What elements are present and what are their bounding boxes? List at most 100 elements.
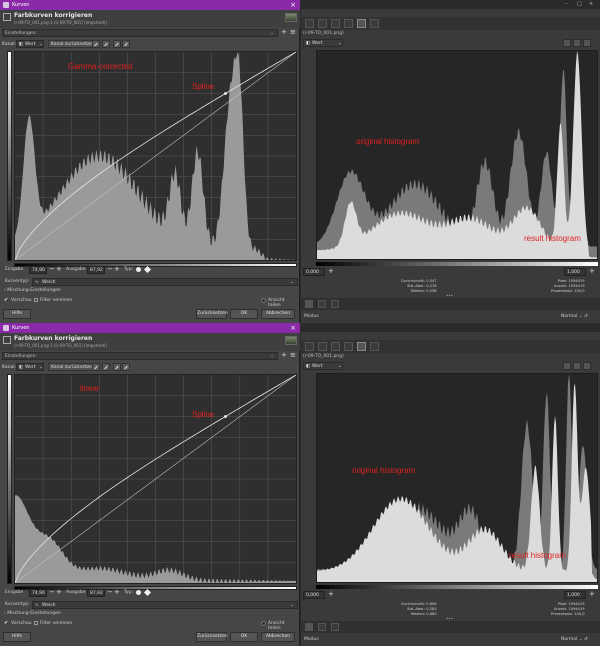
tab-channels[interactable]: [331, 342, 340, 351]
tab-dashboard[interactable]: [370, 342, 379, 351]
linear-histogram-icon[interactable]: [563, 39, 571, 47]
preset-menu-icon[interactable]: ≡: [290, 351, 296, 359]
input-field[interactable]: 74,90: [29, 589, 47, 597]
close-icon[interactable]: ×: [290, 1, 296, 9]
output-field[interactable]: 87,92: [87, 266, 105, 274]
range-max-field[interactable]: 1,000: [564, 591, 586, 599]
help-button[interactable]: Hilfe: [3, 309, 31, 319]
paths-icon[interactable]: [331, 300, 339, 308]
histogram-options-icon[interactable]: [583, 362, 591, 370]
cancel-button[interactable]: Abbrechen: [261, 309, 295, 319]
plus-icon[interactable]: +: [328, 267, 334, 275]
plus-icon[interactable]: +: [114, 265, 120, 273]
curve-type-select[interactable]: ∿ Weich ⌄: [32, 601, 298, 609]
histogram-options-icon[interactable]: [583, 39, 591, 47]
log-histogram-icon[interactable]: [102, 40, 110, 48]
mode-select[interactable]: Normal ⌄ ↺: [561, 637, 588, 642]
add-preset-icon[interactable]: +: [281, 28, 287, 36]
tab-layers[interactable]: [318, 342, 327, 351]
dialog-titlebar[interactable]: Kurven ×: [0, 0, 300, 10]
histogram-view[interactable]: [316, 50, 598, 260]
log-histogram-icon[interactable]: [573, 39, 581, 47]
close-icon[interactable]: ×: [290, 324, 296, 332]
close-icon[interactable]: ×: [589, 1, 593, 7]
curve-graph-svg[interactable]: [15, 375, 296, 583]
edit-curve-icon[interactable]: [113, 363, 121, 371]
tab-histogram[interactable]: [357, 19, 366, 28]
curve-graph-svg[interactable]: [15, 52, 296, 260]
channel-reset-button[interactable]: Kanal zurücksetzen: [48, 40, 98, 48]
corner-point-icon[interactable]: [143, 265, 152, 274]
curve-graph[interactable]: [14, 51, 297, 261]
minimize-icon[interactable]: –: [565, 1, 568, 7]
plus-icon[interactable]: +: [589, 267, 595, 275]
maximize-icon[interactable]: □: [577, 1, 582, 7]
tab-tool-options[interactable]: [305, 19, 314, 28]
log-histogram-icon[interactable]: [573, 362, 581, 370]
output-field[interactable]: 87,92: [87, 589, 105, 597]
range-min-field[interactable]: 0,000: [303, 591, 325, 599]
minus-icon[interactable]: −: [49, 265, 55, 273]
preview-checkbox[interactable]: ✔: [4, 297, 8, 303]
reset-icon[interactable]: ↺: [584, 637, 588, 642]
cancel-button[interactable]: Abbrechen: [261, 632, 295, 642]
plus-icon[interactable]: +: [114, 588, 120, 596]
corner-point-icon[interactable]: [143, 588, 152, 597]
tab-dashboard[interactable]: [370, 19, 379, 28]
presets-select[interactable]: Einstellungen: ⌄: [2, 29, 278, 37]
layers-icon[interactable]: [305, 300, 313, 308]
tab-histogram[interactable]: [357, 342, 366, 351]
channel-reset-button[interactable]: Kanal zurücksetzen: [48, 363, 98, 371]
edit-curve-icon[interactable]: [113, 40, 121, 48]
tab-channels[interactable]: [331, 19, 340, 28]
log-histogram-icon[interactable]: [102, 363, 110, 371]
ok-button[interactable]: OK: [230, 632, 258, 642]
free-curve-icon[interactable]: [122, 363, 130, 371]
minus-icon[interactable]: −: [49, 588, 55, 596]
smooth-point-icon[interactable]: [136, 590, 141, 595]
channels-icon[interactable]: [318, 623, 326, 631]
histogram-channel-select[interactable]: ◧ Wert ⌄: [303, 39, 343, 47]
tab-layers[interactable]: [318, 19, 327, 28]
dialog-titlebar[interactable]: Kurven ×: [0, 323, 300, 333]
minus-icon[interactable]: −: [107, 265, 113, 273]
layers-icon[interactable]: [305, 623, 313, 631]
plus-icon[interactable]: +: [328, 590, 334, 598]
presets-select[interactable]: Einstellungen: ⌄: [2, 352, 278, 360]
tab-tool-options[interactable]: [305, 342, 314, 351]
preset-menu-icon[interactable]: ≡: [290, 28, 296, 36]
range-min-field[interactable]: 0,000: [303, 268, 325, 276]
smooth-point-icon[interactable]: [136, 267, 141, 272]
channels-icon[interactable]: [318, 300, 326, 308]
histogram-channel-select[interactable]: ◧ Wert ⌄: [303, 362, 343, 370]
tab-paths[interactable]: [344, 342, 353, 351]
merge-filter-checkbox[interactable]: [34, 621, 38, 625]
range-max-field[interactable]: 1,000: [564, 268, 586, 276]
reset-icon[interactable]: ↺: [584, 314, 588, 319]
blend-options-expander[interactable]: › Mischung-Einstellungen: [4, 288, 61, 293]
linear-histogram-icon[interactable]: [563, 362, 571, 370]
channel-select[interactable]: ◧ Wert ⌄: [16, 363, 44, 371]
help-button[interactable]: Hilfe: [3, 632, 31, 642]
tab-paths[interactable]: [344, 19, 353, 28]
curve-graph[interactable]: [14, 374, 297, 584]
curve-control-point[interactable]: [224, 415, 227, 418]
blend-options-expander[interactable]: › Mischung-Einstellungen: [4, 611, 61, 616]
split-view-toggle[interactable]: [261, 621, 266, 626]
merge-filter-checkbox[interactable]: [34, 298, 38, 302]
linear-histogram-icon[interactable]: [92, 40, 100, 48]
curve-type-select[interactable]: ∿ Weich ⌄: [32, 278, 298, 286]
input-field[interactable]: 74,90: [29, 266, 47, 274]
reset-button[interactable]: Zurücksetzen: [196, 309, 228, 319]
mode-select[interactable]: Normal ⌄ ↺: [561, 314, 588, 319]
ok-button[interactable]: OK: [230, 309, 258, 319]
plus-icon[interactable]: +: [56, 265, 62, 273]
linear-histogram-icon[interactable]: [92, 363, 100, 371]
minus-icon[interactable]: −: [107, 588, 113, 596]
preview-checkbox[interactable]: ✔: [4, 620, 8, 626]
plus-icon[interactable]: +: [56, 588, 62, 596]
split-view-toggle[interactable]: [261, 298, 266, 303]
add-preset-icon[interactable]: +: [281, 351, 287, 359]
curve-control-point[interactable]: [224, 92, 227, 95]
channel-select[interactable]: ◧ Wert ⌄: [16, 40, 44, 48]
